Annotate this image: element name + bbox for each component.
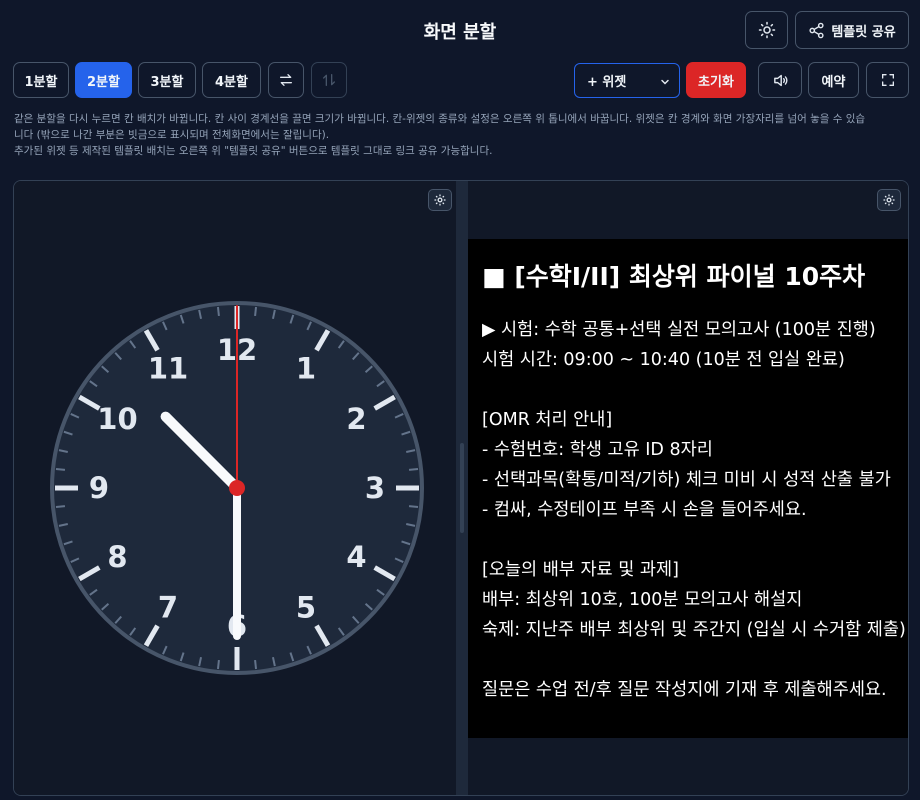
share-template-button[interactable]: 템플릿 공유 xyxy=(795,11,909,49)
sound-button[interactable] xyxy=(758,62,802,98)
clock-minute-tick xyxy=(408,505,419,509)
clock-number: 4 xyxy=(346,540,366,574)
clock-minute-tick xyxy=(55,467,66,471)
swap-vertical-icon xyxy=(323,74,335,86)
notice-footer: 질문은 수업 전/후 질문 작성지에 기재 후 제출해주세요. xyxy=(482,680,887,700)
share-icon xyxy=(809,22,824,38)
swap-horizontal-icon xyxy=(280,74,292,86)
share-template-label: 템플릿 공유 xyxy=(831,24,896,40)
clock-number: 8 xyxy=(107,540,127,574)
fullscreen-button[interactable] xyxy=(866,62,909,98)
split-3-label: 3분할 xyxy=(150,74,184,90)
swap-panes-button[interactable] xyxy=(268,62,304,98)
pane-settings-button[interactable] xyxy=(877,189,901,211)
clock-number: 11 xyxy=(148,351,188,385)
help-line: 같은 분할을 다시 누르면 칸 배치가 바뀝니다. 칸 사이 경계선을 끌면 크… xyxy=(14,113,866,125)
split-4-label: 4분할 xyxy=(215,74,248,90)
chevron-down-icon xyxy=(661,79,669,85)
reserve-label: 예약 xyxy=(821,74,846,90)
analog-clock: 121234567891011 xyxy=(50,301,424,675)
right-pane: ■ [수학I/II] 최상위 파이널 10주차 ▶ 시험: 수학 공통+선택 실… xyxy=(468,181,908,795)
help-line: 추가된 위젯 등 제작된 템플릿 배치는 오른쪽 위 "템플릿 공유" 버튼으로… xyxy=(14,145,493,157)
notice-line: 숙제: 지난주 배부 최상위 및 주간지 (입실 시 수거함 제출) xyxy=(482,620,906,640)
help-text: 같은 분할을 다시 누르면 칸 배치가 바뀝니다. 칸 사이 경계선을 끌면 크… xyxy=(14,111,909,159)
pane-settings-button[interactable] xyxy=(428,189,452,211)
split-1-label: 1분할 xyxy=(24,74,58,90)
clock-number: 10 xyxy=(97,402,137,436)
clock-number: 3 xyxy=(365,471,385,505)
reset-label: 초기화 xyxy=(698,74,734,90)
split-4-button[interactable]: 4분할 xyxy=(202,62,261,98)
fullscreen-icon xyxy=(881,74,894,86)
clock-number: 2 xyxy=(346,402,366,436)
notice-heading: ■ [수학I/II] 최상위 파이널 10주차 xyxy=(482,262,866,291)
notice-widget: ■ [수학I/II] 최상위 파이널 10주차 ▶ 시험: 수학 공통+선택 실… xyxy=(468,239,908,738)
widget-select-value: + 위젯 xyxy=(587,75,627,90)
notice-section-title: [OMR 처리 안내] xyxy=(482,410,613,430)
pane-divider-handle[interactable] xyxy=(456,181,468,795)
clock-minute-tick xyxy=(408,467,419,471)
clock-number: 7 xyxy=(158,591,178,625)
widget-select[interactable]: + 위젯 xyxy=(574,63,680,98)
clock-minute-tick xyxy=(216,659,220,670)
clock-minute-tick xyxy=(254,306,258,317)
notice-line: - 선택과목(확통/미적/기하) 체크 미비 시 성적 산출 불가 xyxy=(482,470,891,490)
notice-line: - 컴싸, 수정테이프 부족 시 손을 들어주세요. xyxy=(482,500,807,520)
clock-center-cap xyxy=(229,480,245,496)
split-workspace: 121234567891011 ■ [수학I/II] 최상위 파이널 10주차 … xyxy=(13,180,909,796)
divider-grip xyxy=(460,443,464,533)
gear-icon xyxy=(883,194,895,206)
help-line: 니다 (밖으로 나간 부분은 빗금으로 표시되며 전체화면에서는 잘립니다). xyxy=(14,129,330,141)
theme-toggle-button[interactable] xyxy=(745,11,788,49)
notice-line: - 수험번호: 학생 고유 ID 8자리 xyxy=(482,440,713,460)
notice-line: ▶ 시험: 수학 공통+선택 실전 모의고사 (100분 진행) xyxy=(482,320,876,340)
sun-icon xyxy=(758,21,775,39)
split-1-button[interactable]: 1분할 xyxy=(13,62,69,98)
speaker-icon xyxy=(773,74,787,86)
clock-minute-tick xyxy=(55,505,66,509)
clock-number: 1 xyxy=(296,351,316,385)
notice-section-title: [오늘의 배부 자료 및 과제] xyxy=(482,560,679,580)
split-3-button[interactable]: 3분할 xyxy=(138,62,196,98)
clock-minute-tick xyxy=(216,306,220,317)
left-pane: 121234567891011 xyxy=(14,181,456,795)
notice-line: 시험 시간: 09:00 ~ 10:40 (10분 전 입실 완료) xyxy=(482,350,845,370)
clock-number: 5 xyxy=(296,591,316,625)
gear-icon xyxy=(434,194,446,206)
split-2-button[interactable]: 2분할 xyxy=(75,62,132,98)
clock-minute-tick xyxy=(254,659,258,670)
reserve-button[interactable]: 예약 xyxy=(808,62,859,98)
notice-line: 배부: 최상위 10호, 100분 모의고사 해설지 xyxy=(482,590,803,610)
reset-button[interactable]: 초기화 xyxy=(686,62,746,98)
rotate-layout-button[interactable] xyxy=(311,62,347,98)
clock-number: 9 xyxy=(89,471,109,505)
split-2-label: 2분할 xyxy=(87,74,120,90)
